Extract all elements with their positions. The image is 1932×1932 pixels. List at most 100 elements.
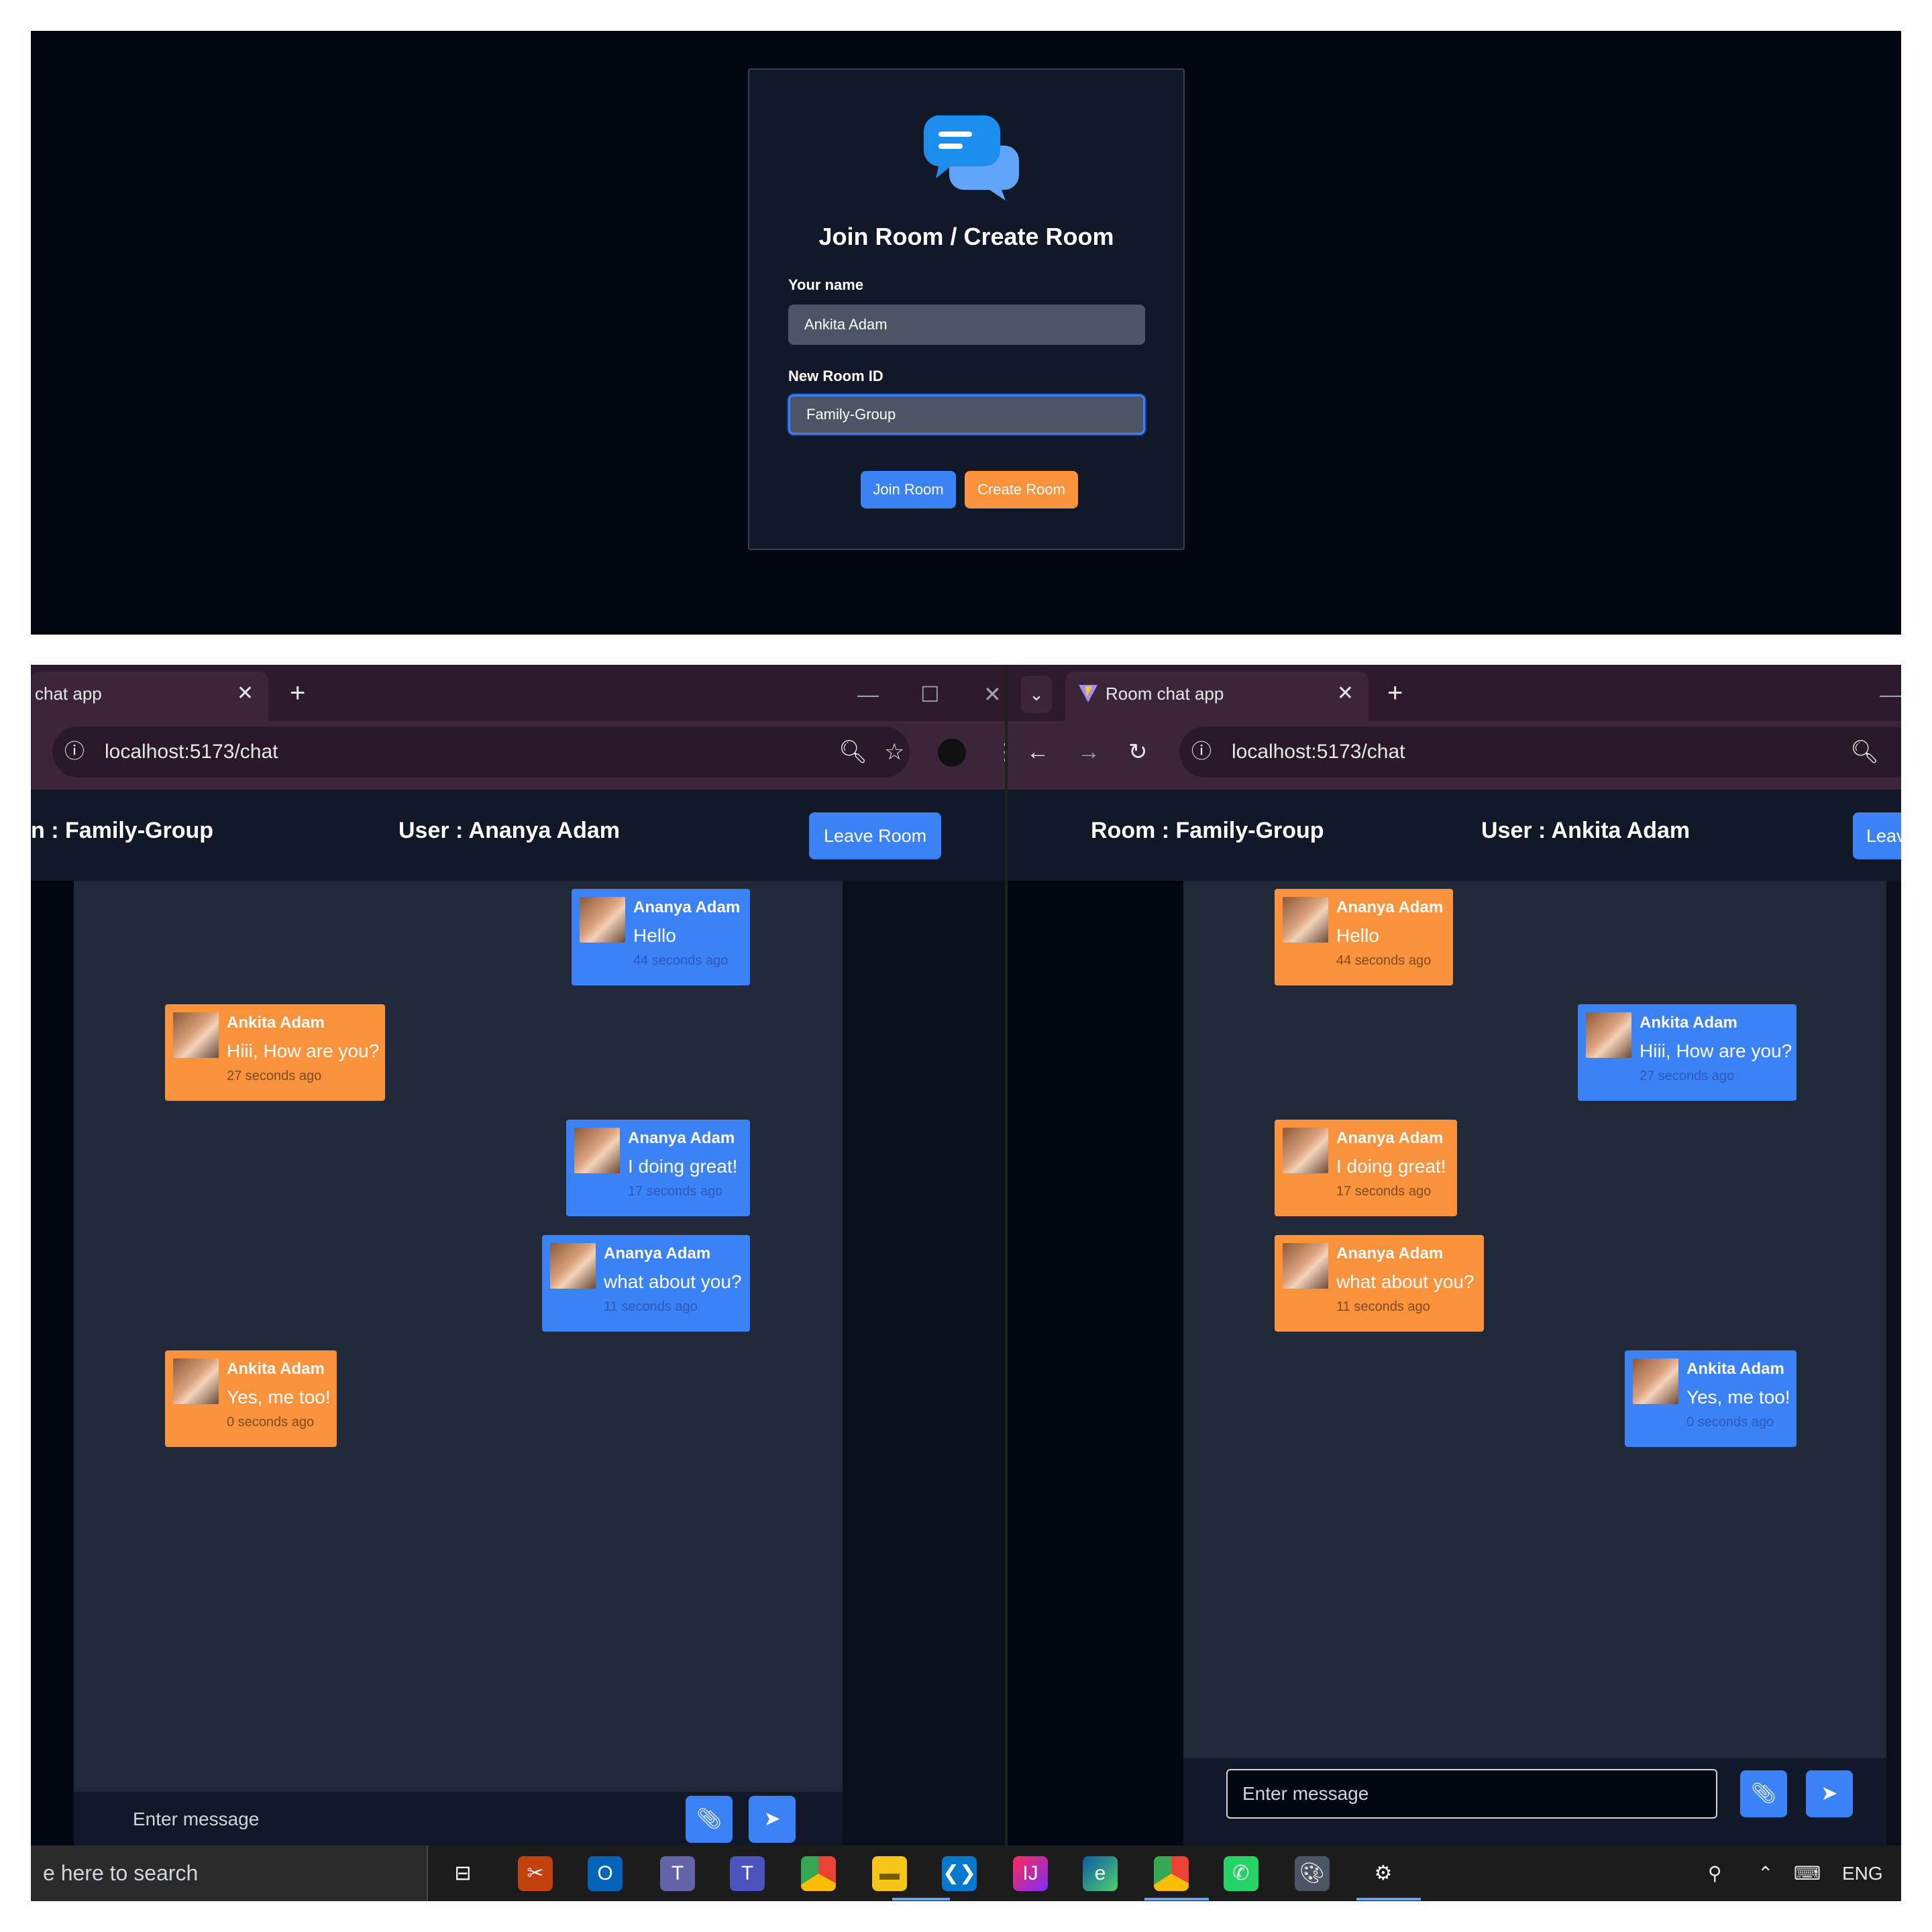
message-list: Ananya Adam Hello 44 seconds ago Ankita … [74,881,843,1792]
room-label: Room : Family-Group [1091,818,1324,843]
tab-search-chevron-icon[interactable]: ⌄ [1021,676,1052,713]
outlook-icon[interactable]: O [588,1856,623,1891]
message-time: 27 seconds ago [227,1069,322,1083]
zoom-icon[interactable]: 🔍︎ [1850,727,1879,777]
tab-title: Room chat app [1106,684,1224,704]
zoom-icon[interactable]: 🔍︎ [839,727,867,777]
message-bubble: Ankita Adam Yes, me too! 0 seconds ago [165,1350,337,1447]
create-room-button[interactable]: Create Room [965,471,1078,508]
chrome-active-icon[interactable] [1154,1856,1189,1891]
bookmark-star-icon[interactable]: ☆ [884,727,904,777]
message-bubble: Ananya Adam I doing great! 17 seconds ag… [566,1120,750,1216]
new-tab-icon[interactable]: + [290,672,305,714]
settings-gear-icon[interactable]: ⚙ [1366,1856,1401,1891]
site-info-icon[interactable]: ⓘ [64,727,85,777]
teams-classic-icon[interactable]: T [730,1856,765,1891]
maximize-icon[interactable]: ☐ [920,674,940,714]
people-icon[interactable]: ⚲ [1708,1845,1722,1901]
chrome-icon[interactable] [801,1856,836,1891]
minimize-icon[interactable]: — [857,674,879,714]
vite-favicon-icon [1079,685,1097,702]
message-bubble: Ananya Adam I doing great! 17 seconds ag… [1275,1120,1457,1216]
show-hidden-icons-icon[interactable]: ⌃ [1758,1845,1773,1901]
avatar [550,1243,596,1289]
paperclip-icon: 📎︎ [1750,1782,1777,1805]
message-bubble: Ananya Adam what about you? 11 seconds a… [542,1235,750,1332]
message-list: Ananya Adam Hello 44 seconds ago Ankita … [1183,881,1886,1758]
paperclip-icon: 📎︎ [696,1808,722,1830]
message-bubble: Ananya Adam what about you? 11 seconds a… [1275,1235,1484,1332]
close-window-icon[interactable]: ✕ [983,674,1002,714]
back-icon[interactable]: ← [1026,727,1049,777]
forward-icon[interactable]: → [1077,727,1100,777]
profile-avatar[interactable] [938,739,966,767]
message-text: Hello [633,925,676,946]
message-bubble: Ankita Adam Hiii, How are you? 27 second… [165,1004,385,1101]
message-text: what about you? [1336,1271,1474,1292]
message-input-bar: Enter message 📎︎ ➤ [1183,1758,1886,1845]
message-text: I doing great! [628,1156,738,1177]
message-input[interactable]: Enter message [1226,1769,1717,1819]
close-tab-icon[interactable]: ✕ [237,672,254,716]
edge-icon[interactable]: e [1083,1856,1118,1891]
site-info-icon[interactable]: ⓘ [1191,727,1212,777]
url-field[interactable]: ⓘ localhost:5173/chat 🔍︎ [1179,727,1901,777]
browser-tab[interactable]: chat app ✕ [31,672,268,721]
url-field[interactable]: ⓘ localhost:5173/chat 🔍︎ ☆ [52,727,910,777]
vscode-icon[interactable]: ❮❯ [942,1856,977,1891]
browser-tab[interactable]: Room chat app ✕ [1065,672,1368,721]
whatsapp-icon[interactable]: ✆ [1224,1856,1258,1891]
taskbar-search[interactable]: e here to search [31,1845,428,1901]
attach-button[interactable]: 📎︎ [686,1796,733,1843]
left-browser-window: chat app ✕ + — ☐ ✕ ⓘ localhost:5173/chat… [31,665,1005,1845]
side-gutter [31,881,74,1845]
teams-icon[interactable]: T [660,1856,695,1891]
send-icon: ➤ [763,1808,781,1830]
message-text: Hiii, How are you? [1640,1040,1792,1061]
close-tab-icon[interactable]: ✕ [1337,672,1354,716]
message-input-bar: Enter message 📎︎ ➤ [74,1792,843,1845]
minimize-icon[interactable]: — [1880,674,1901,714]
attach-button[interactable]: 📎︎ [1740,1770,1787,1817]
paint-icon[interactable]: 🎨︎ [1295,1856,1330,1891]
right-browser-window: ⌄ Room chat app ✕ + — ← → ↻ ⓘ localhost:… [1008,665,1901,1845]
name-input[interactable]: Ankita Adam [788,305,1145,345]
avatar [173,1012,219,1058]
snipping-tool-icon[interactable]: ✂ [518,1856,553,1891]
avatar [1283,1128,1328,1173]
leave-room-button[interactable]: Leave Room [809,812,942,859]
send-button[interactable]: ➤ [1806,1770,1853,1817]
reload-icon[interactable]: ↻ [1128,727,1148,777]
task-view-icon[interactable]: ⊟ [445,1856,480,1891]
new-tab-icon[interactable]: + [1387,672,1403,714]
chat-screens: chat app ✕ + — ☐ ✕ ⓘ localhost:5173/chat… [31,665,1901,1901]
avatar [580,897,625,943]
window-divider [1005,665,1008,1845]
user-label: User : Ankita Adam [1481,818,1690,843]
send-button[interactable]: ➤ [749,1796,796,1843]
message-text: what about you? [604,1271,742,1292]
message-text: Yes, me too! [227,1387,331,1407]
room-id-label: New Room ID [788,368,883,384]
join-page: Join Room / Create Room Your name Ankita… [31,31,1901,635]
chat-header: Room : Family-Group User : Ankita Adam L… [1008,790,1901,881]
message-input[interactable]: Enter message [133,1796,259,1843]
intellij-icon[interactable]: IJ [1013,1856,1048,1891]
running-indicator [1144,1898,1209,1900]
message-time: 44 seconds ago [1336,953,1432,968]
menu-kebab-icon[interactable]: ⋮ [994,727,1005,777]
room-id-input[interactable]: Family-Group [788,394,1145,435]
message-input-placeholder: Enter message [1242,1783,1369,1804]
chat-header: n : Family-Group User : Ananya Adam Leav… [31,790,1005,881]
keyboard-icon[interactable]: ⌨ [1794,1845,1821,1901]
running-indicator [1356,1898,1421,1900]
join-room-button[interactable]: Join Room [861,471,956,508]
message-sender: Ankita Adam [1686,1360,1784,1378]
message-sender: Ananya Adam [1336,1244,1444,1263]
file-explorer-icon[interactable]: ▬ [872,1856,907,1891]
avatar [1283,897,1328,943]
leave-room-button[interactable]: Leav [1853,812,1901,859]
tab-strip: ⌄ Room chat app ✕ + — [1008,665,1901,721]
language-indicator[interactable]: ENG [1842,1845,1883,1901]
message-sender: Ananya Adam [1336,1129,1444,1147]
